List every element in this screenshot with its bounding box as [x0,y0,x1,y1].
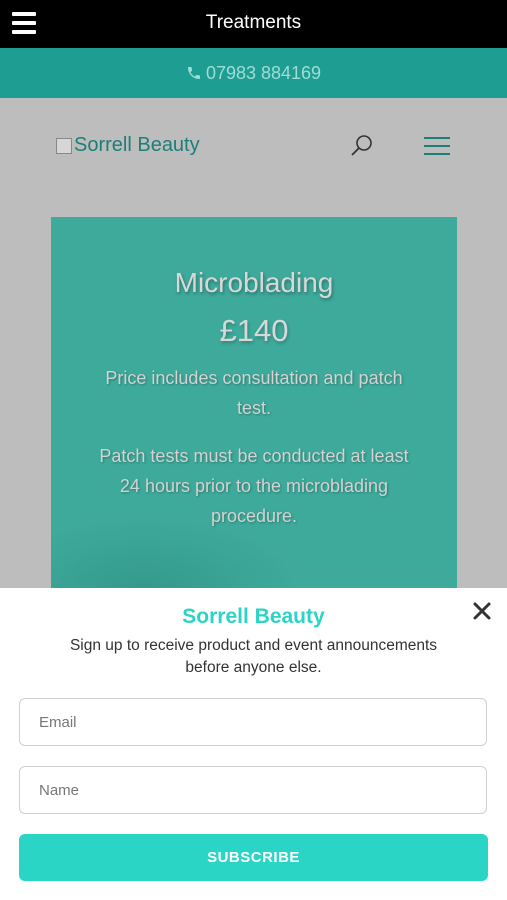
signup-modal: Sorrell Beauty Sign up to receive produc… [0,588,507,900]
treatment-card: Microblading £140 Price includes consult… [51,217,457,588]
close-icon[interactable] [472,601,492,621]
phone-bar[interactable]: 07983 884169 [0,48,507,98]
site-logo[interactable]: Sorrell Beauty [56,134,200,157]
logo-alt-text: Sorrell Beauty [74,134,200,156]
site-menu-icon[interactable] [424,137,450,155]
subscribe-button[interactable]: SUBSCRIBE [19,834,488,881]
patch-test-note: Patch tests must be conducted at least 2… [99,446,409,526]
page-title: Treatments [205,12,302,33]
modal-title: Sorrell Beauty [182,605,325,628]
name-field[interactable] [19,766,487,814]
modal-subtitle: Sign up to receive product and event ann… [69,637,438,676]
app-bar: Treatments [0,0,507,48]
search-icon[interactable] [350,134,374,158]
treatment-description: Price includes consultation and patch te… [105,368,403,418]
broken-image-icon [56,137,72,154]
treatment-title: Microblading [174,267,334,298]
phone-number[interactable]: 07983 884169 [206,63,321,84]
treatment-price: £140 [219,313,289,348]
email-field[interactable] [19,698,487,746]
phone-icon [187,67,200,79]
